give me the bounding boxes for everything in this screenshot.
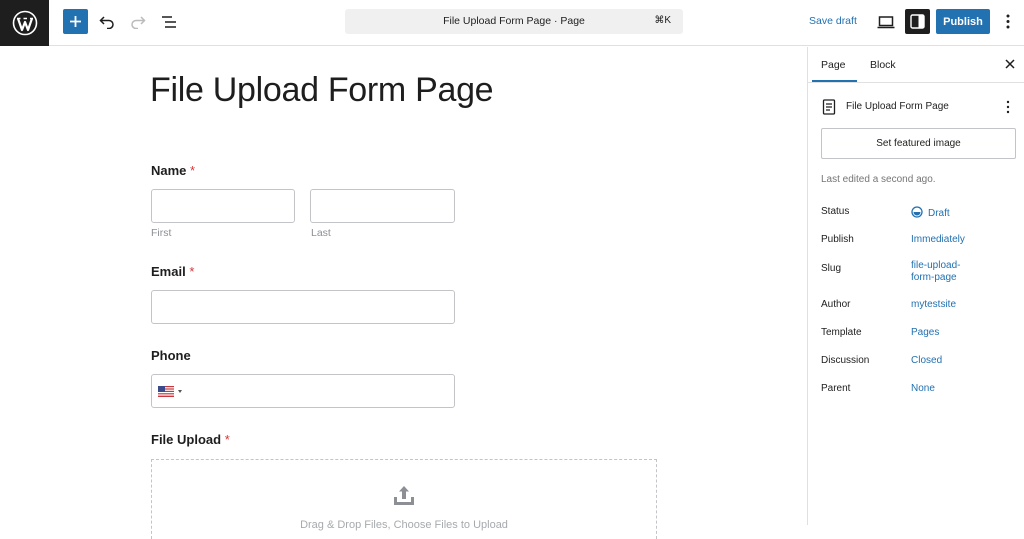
discussion-label: Discussion [821,355,870,366]
command-palette-bar[interactable]: File Upload Form Page · Page ⌘K [345,9,683,34]
tab-page[interactable]: Page [821,59,846,71]
phone-label: Phone [151,348,191,363]
more-vertical-icon [1006,14,1010,29]
last-name-input[interactable] [310,189,455,223]
editor-top-bar: File Upload Form Page · Page ⌘K Save dra… [0,0,1024,46]
phone-input[interactable] [151,374,455,408]
add-block-button[interactable] [63,9,88,34]
file-upload-label-text: File Upload [151,432,222,447]
dropzone-text: Drag & Drop Files, Choose Files to Uploa… [300,519,508,531]
email-label: Email * [151,264,194,279]
status-value-button[interactable]: Draft [911,206,950,220]
slug-label: Slug [821,263,842,274]
close-icon[interactable] [1003,57,1017,71]
document-summary-title: File Upload Form Page [846,101,949,112]
publish-label: Publish [821,234,854,245]
list-view-button[interactable] [158,11,180,33]
page-title[interactable]: File Upload Form Page [150,71,494,110]
list-view-icon [162,16,176,28]
wordpress-logo[interactable] [0,0,49,46]
publish-button[interactable]: Publish [936,9,990,34]
set-featured-image-button[interactable]: Set featured image [821,128,1016,159]
options-button[interactable] [1000,11,1016,33]
plus-icon [70,16,81,27]
file-upload-label: File Upload * [151,432,230,447]
preview-button[interactable] [876,12,896,32]
draft-status-icon [911,206,923,218]
wordpress-icon [12,10,37,36]
last-edited-text: Last edited a second ago. [821,174,936,185]
name-label: Name * [151,163,195,178]
name-label-text: Name [151,163,187,178]
save-draft-button[interactable]: Save draft [809,15,857,27]
sidebar-tabs: Page Block [808,47,1024,83]
undo-icon [99,16,114,29]
redo-icon [131,16,146,29]
parent-value[interactable]: None [911,383,935,395]
required-mark: * [224,432,230,447]
first-sublabel: First [151,227,172,239]
email-label-text: Email [151,264,186,279]
required-mark: * [189,264,195,279]
email-input[interactable] [151,290,455,324]
author-label: Author [821,299,851,310]
last-sublabel: Last [311,227,331,239]
us-flag-icon[interactable] [158,386,174,397]
shortcut-hint: ⌘K [654,15,671,26]
tab-block[interactable]: Block [870,59,896,71]
editor-canvas: File Upload Form Page Name * First Last … [0,47,807,539]
active-tab-indicator [812,80,857,82]
template-value[interactable]: Pages [911,327,939,339]
parent-label: Parent [821,383,851,394]
settings-sidebar-toggle[interactable] [905,9,930,34]
page-document-icon [822,99,836,115]
more-vertical-icon[interactable] [1003,99,1013,115]
undo-button[interactable] [96,11,118,33]
status-label: Status [821,206,850,217]
first-name-input[interactable] [151,189,295,223]
status-value: Draft [928,208,950,219]
document-title: File Upload Form Page · Page [443,15,585,27]
template-label: Template [821,327,862,338]
author-value[interactable]: mytestsite [911,299,956,311]
slug-value[interactable]: file-upload-form-page [911,260,981,284]
sidebar-icon [910,14,925,29]
settings-sidebar: Page Block File Upload Form Page Set fea… [807,47,1024,525]
country-dropdown-caret[interactable] [178,390,182,393]
desktop-preview-icon [877,16,895,29]
document-summary: File Upload Form Page [822,99,1017,115]
publish-value[interactable]: Immediately [911,234,965,246]
redo-button[interactable] [127,11,149,33]
phone-label-text: Phone [151,348,191,363]
upload-icon [394,486,414,505]
discussion-value[interactable]: Closed [911,355,942,367]
required-mark: * [190,163,196,178]
